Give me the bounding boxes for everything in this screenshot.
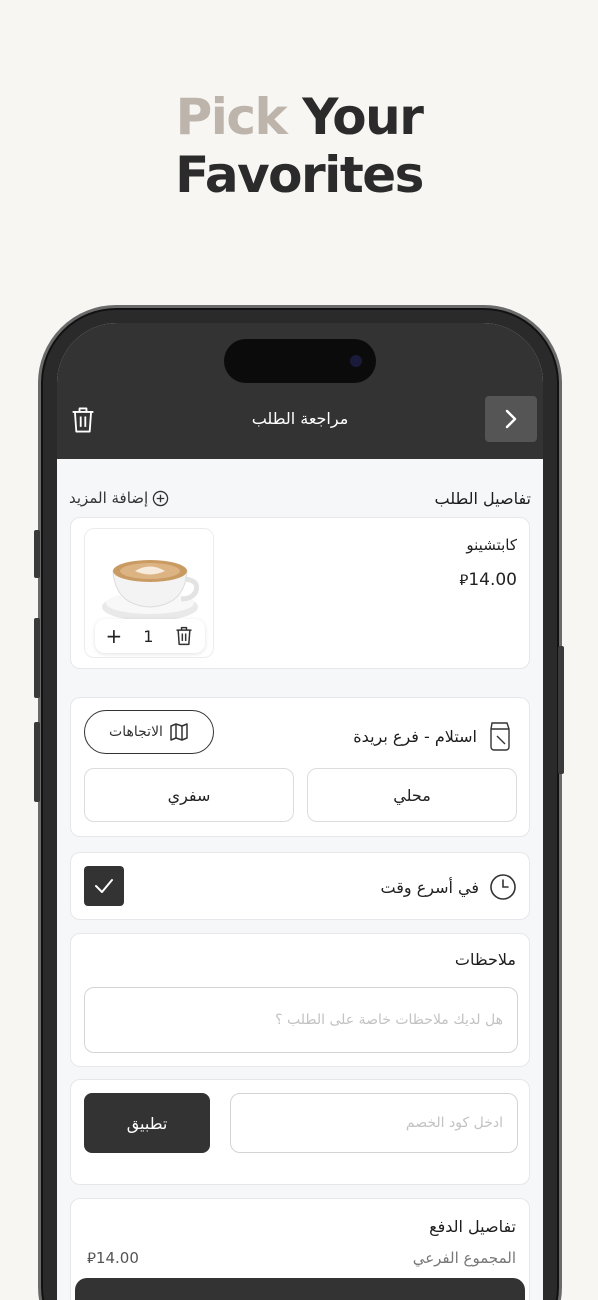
map-icon <box>170 723 188 741</box>
phone-side-button <box>558 646 564 774</box>
phone-side-button <box>34 530 40 578</box>
asap-checkbox[interactable] <box>84 866 124 906</box>
quantity-value: 1 <box>143 626 154 646</box>
add-more-label: إضافة المزيد <box>69 489 149 507</box>
order-content: تفاصيل الطلب إضافة المزيد كابتشينو ⃁14.0… <box>57 459 543 1300</box>
apply-discount-button[interactable]: تطبيق <box>84 1093 210 1153</box>
pickup-branch: استلام - فرع بريدة <box>353 720 515 752</box>
add-more-button[interactable]: إضافة المزيد <box>69 489 169 507</box>
notes-input[interactable] <box>84 987 518 1053</box>
riyal-symbol-icon: ⃁ <box>87 1249 96 1267</box>
phone-side-button <box>34 618 40 698</box>
directions-button[interactable]: الاتجاهات <box>84 710 214 754</box>
dynamic-island <box>224 339 376 383</box>
plus-icon[interactable]: + <box>106 624 123 648</box>
coffee-bag-icon <box>490 722 510 751</box>
hero-headline: Pick Your Favorites <box>0 88 598 204</box>
dine-in-option[interactable]: محلي <box>307 768 517 822</box>
back-button[interactable] <box>485 396 537 442</box>
takeaway-option[interactable]: سفري <box>84 768 294 822</box>
notes-card: ملاحظات <box>70 933 530 1067</box>
product-price: ⃁14.00 <box>459 570 517 590</box>
headline-your: Your <box>302 88 424 146</box>
discount-card: تطبيق <box>70 1079 530 1185</box>
pickup-card: استلام - فرع بريدة الاتجاهات محلي سفري <box>70 697 530 837</box>
subtotal-label: المجموع الفرعي <box>412 1249 516 1267</box>
quantity-stepper[interactable]: + 1 <box>95 619 205 653</box>
product-name: كابتشينو <box>466 536 517 554</box>
phone-screen: مراجعة الطلب تفاصيل الطلب إضافة المزيد ك… <box>57 323 543 1300</box>
trash-icon[interactable] <box>174 625 194 647</box>
notes-title: ملاحظات <box>454 950 516 969</box>
chevron-right-icon <box>505 409 517 429</box>
product-image: + 1 <box>84 528 214 658</box>
cart-item-card: كابتشينو ⃁14.00 + 1 <box>70 517 530 669</box>
plus-circle-icon <box>152 490 169 506</box>
timing-card: في أسرع وقت <box>70 852 530 920</box>
pickup-label: استلام - فرع بريدة <box>353 726 477 746</box>
asap-option: في أسرع وقت <box>381 873 517 901</box>
riyal-symbol-icon: ⃁ <box>459 571 469 589</box>
clock-icon <box>490 874 516 900</box>
phone-side-button <box>34 722 40 802</box>
app-header: مراجعة الطلب <box>57 323 543 459</box>
checkout-button[interactable] <box>75 1278 525 1300</box>
headline-pick: Pick <box>175 88 288 146</box>
checkmark-icon <box>95 879 113 893</box>
subtotal-value: ⃁14.00 <box>87 1249 139 1267</box>
directions-label: الاتجاهات <box>109 724 163 740</box>
order-details-title: تفاصيل الطلب <box>434 489 532 508</box>
page-title: مراجعة الطلب <box>251 409 349 428</box>
headline-favorites: Favorites <box>175 146 424 204</box>
payment-title: تفاصيل الدفع <box>429 1217 516 1236</box>
discount-code-input[interactable] <box>230 1093 518 1153</box>
asap-label: في أسرع وقت <box>380 877 479 897</box>
